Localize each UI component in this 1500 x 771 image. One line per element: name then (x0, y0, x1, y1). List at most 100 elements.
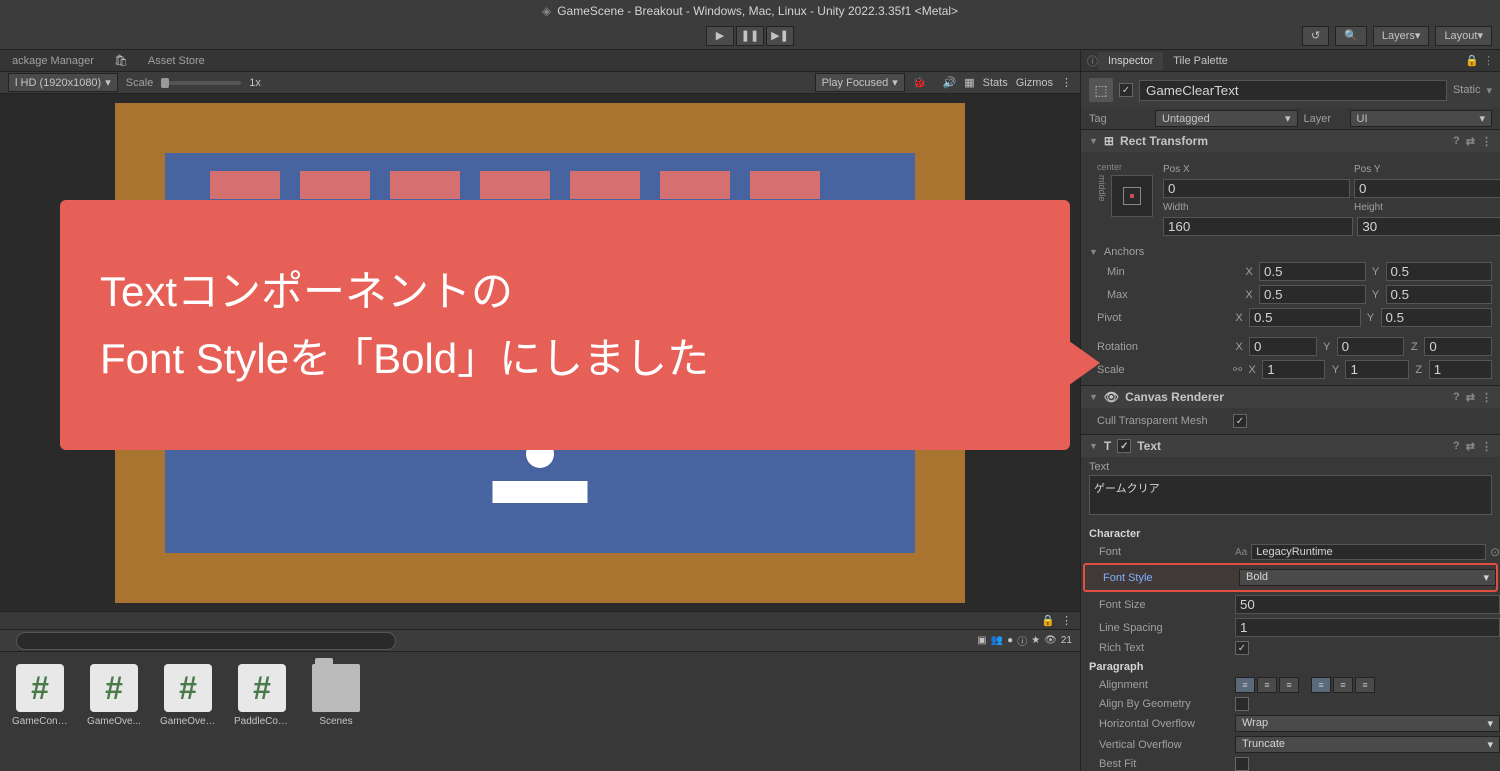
text-icon: T (1104, 439, 1111, 453)
rect-transform-header[interactable]: ▼ ⊞ Rect Transform ?⇄⋮ (1081, 130, 1500, 152)
preset-icon[interactable]: ⇄ (1466, 391, 1475, 404)
help-icon[interactable]: ? (1453, 391, 1460, 404)
undo-history-icon[interactable]: ↺ (1302, 26, 1329, 46)
filter-icon[interactable]: ▣ (977, 635, 986, 646)
menu-icon[interactable]: ⋮ (1061, 614, 1072, 627)
lock-icon[interactable]: 🔒 (1041, 614, 1055, 627)
text-enabled-checkbox[interactable] (1117, 439, 1131, 453)
font-field[interactable]: LegacyRuntime (1251, 544, 1486, 560)
layout-dropdown[interactable]: Layout ▾ (1435, 26, 1492, 46)
brick (570, 171, 640, 199)
font-picker-icon[interactable]: ⊙ (1490, 545, 1500, 559)
callout-line2: Font Styleを「Bold」にしました (100, 325, 1030, 392)
brick (660, 171, 730, 199)
search-icon[interactable]: 🔍 (1335, 26, 1367, 46)
width-input[interactable] (1163, 217, 1353, 236)
posx-input[interactable] (1163, 179, 1350, 198)
asset-script[interactable]: #GameOve... (86, 664, 142, 727)
mute-icon[interactable]: 🔊 (943, 76, 957, 89)
preset-icon[interactable]: ⇄ (1466, 135, 1475, 148)
menu-icon[interactable]: ⋮ (1061, 76, 1072, 89)
play-focused-dropdown[interactable]: Play Focused ▾ (815, 73, 905, 92)
resolution-dropdown[interactable]: l HD (1920x1080) ▾ (8, 73, 118, 92)
menu-icon[interactable]: ⋮ (1483, 54, 1494, 67)
scale-x[interactable] (1262, 360, 1325, 379)
object-name-input[interactable] (1139, 80, 1447, 101)
pivot-x[interactable] (1249, 308, 1361, 327)
tab-package-manager[interactable]: ackage Manager (4, 52, 102, 70)
align-left[interactable]: ≡ (1235, 677, 1255, 693)
help-icon[interactable]: ? (1453, 135, 1460, 148)
align-right[interactable]: ≡ (1279, 677, 1299, 693)
step-button[interactable]: ▶❚ (766, 26, 794, 46)
layer-label: Layer (1304, 113, 1344, 125)
canvas-renderer-header[interactable]: ▼ 👁 Canvas Renderer ?⇄⋮ (1081, 386, 1500, 408)
anchor-preset-button[interactable] (1111, 175, 1153, 217)
line-spacing-input[interactable] (1235, 618, 1500, 637)
h-overflow-dropdown[interactable]: Wrap▾ (1235, 715, 1500, 732)
layer-dropdown[interactable]: UI▾ (1350, 110, 1493, 127)
align-geom-checkbox[interactable] (1235, 697, 1249, 711)
anchor-min-x[interactable] (1259, 262, 1366, 281)
tab-tile-palette[interactable]: Tile Palette (1163, 52, 1238, 70)
pause-button[interactable]: ❚❚ (736, 26, 764, 46)
tab-inspector[interactable]: Inspector (1098, 52, 1163, 70)
help-icon[interactable]: ? (1453, 440, 1460, 453)
scale-value: 1x (249, 77, 261, 89)
project-search-input[interactable] (16, 632, 396, 650)
menu-icon[interactable]: ⋮ (1481, 135, 1492, 148)
scale-y[interactable] (1345, 360, 1408, 379)
bug-icon[interactable]: 🐞 (913, 76, 927, 89)
text-component-header[interactable]: ▼ T Text ?⇄⋮ (1081, 435, 1500, 457)
scale-z[interactable] (1429, 360, 1492, 379)
asset-script[interactable]: #PaddleCon... (234, 664, 290, 727)
align-middle[interactable]: ≡ (1333, 677, 1353, 693)
tag-dropdown[interactable]: Untagged▾ (1155, 110, 1298, 127)
hidden-icon[interactable]: 👁 (1044, 635, 1057, 646)
label-icon[interactable]: ● (1007, 635, 1013, 646)
asset-script[interactable]: #GameCont... (12, 664, 68, 727)
play-button[interactable]: ▶ (706, 26, 734, 46)
height-input[interactable] (1357, 217, 1500, 236)
rich-text-checkbox[interactable] (1235, 641, 1249, 655)
constrain-icon[interactable]: ⚯ (1233, 363, 1242, 376)
anchor-min-y[interactable] (1386, 262, 1493, 281)
lock-icon[interactable]: 🔒 (1465, 54, 1479, 67)
vsync-icon[interactable]: ▦ (964, 76, 974, 89)
asset-store-icon: 🛍 (114, 54, 128, 67)
preset-icon[interactable]: ⇄ (1466, 440, 1475, 453)
gizmos-toggle[interactable]: Gizmos (1016, 77, 1053, 89)
rot-z[interactable] (1424, 337, 1492, 356)
align-center[interactable]: ≡ (1257, 677, 1277, 693)
font-size-input[interactable] (1235, 595, 1500, 614)
pivot-y[interactable] (1381, 308, 1493, 327)
active-checkbox[interactable] (1119, 83, 1133, 97)
rot-y[interactable] (1337, 337, 1405, 356)
gameobject-icon[interactable]: ⬚ (1089, 78, 1113, 102)
star-icon[interactable]: ★ (1031, 635, 1040, 646)
info-icon[interactable]: ⓘ (1017, 633, 1027, 648)
posy-input[interactable] (1354, 179, 1500, 198)
asset-script[interactable]: #GameOver... (160, 664, 216, 727)
rot-x[interactable] (1249, 337, 1317, 356)
layers-dropdown[interactable]: Layers ▾ (1373, 26, 1430, 46)
paddle (493, 481, 588, 503)
align-bottom[interactable]: ≡ (1355, 677, 1375, 693)
anchor-side-label: center (1097, 162, 1153, 172)
v-overflow-dropdown[interactable]: Truncate▾ (1235, 736, 1500, 753)
best-fit-checkbox[interactable] (1235, 757, 1249, 771)
align-top[interactable]: ≡ (1311, 677, 1331, 693)
font-style-dropdown[interactable]: Bold▾ (1239, 569, 1496, 586)
static-dropdown-icon[interactable]: ▾ (1486, 84, 1492, 97)
anchor-max-x[interactable] (1259, 285, 1366, 304)
favorite-icon[interactable]: 👥 (991, 635, 1003, 646)
stats-toggle[interactable]: Stats (983, 77, 1008, 89)
scale-slider[interactable] (161, 81, 241, 85)
text-value-input[interactable] (1089, 475, 1492, 515)
cull-checkbox[interactable] (1233, 414, 1247, 428)
anchor-max-y[interactable] (1386, 285, 1493, 304)
menu-icon[interactable]: ⋮ (1481, 440, 1492, 453)
asset-folder[interactable]: Scenes (308, 664, 364, 727)
tab-asset-store[interactable]: Asset Store (140, 52, 213, 70)
menu-icon[interactable]: ⋮ (1481, 391, 1492, 404)
